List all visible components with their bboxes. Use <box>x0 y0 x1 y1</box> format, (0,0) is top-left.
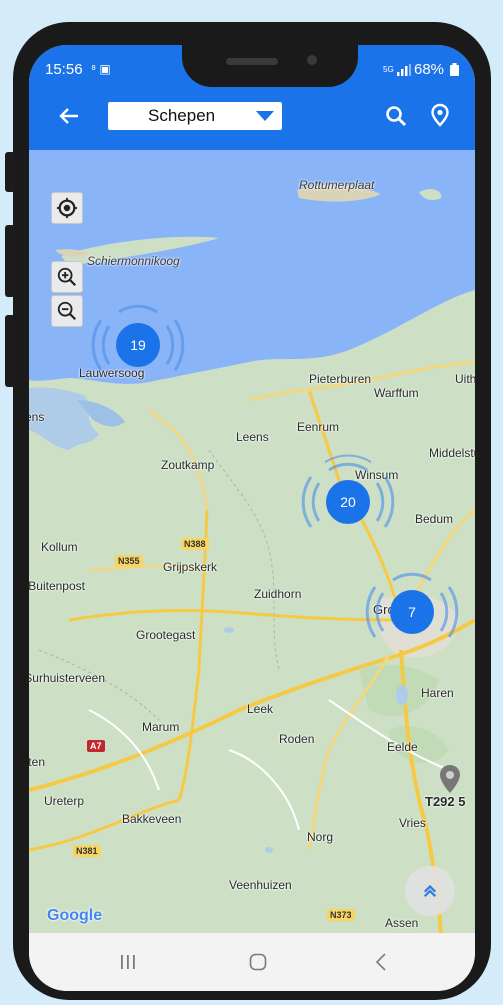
category-dropdown-value: Schepen <box>148 106 216 125</box>
back-nav-icon[interactable] <box>375 953 387 971</box>
zoom-in-icon <box>57 267 77 287</box>
map-label-vries: Vries <box>399 816 426 830</box>
recenter-button[interactable] <box>51 192 83 224</box>
vessel-cluster-lauwersoog[interactable]: 19 <box>116 323 160 367</box>
map-label-veenhuizen: Veenhuizen <box>229 878 292 892</box>
map-label-middelstum: Middelstum <box>429 446 475 460</box>
road-label-n373: N373 <box>327 909 355 921</box>
google-logo: Google <box>47 907 103 924</box>
road-label-n355: N355 <box>115 555 143 567</box>
map-label-zuidhorn: Zuidhorn <box>254 587 302 601</box>
notification-icons: ⁸ ▣ <box>91 62 111 76</box>
map-label-schiermonnikoog: Schiermonnikoog <box>87 254 180 268</box>
zoom-out-icon <box>57 301 77 321</box>
map-label-winsum: Winsum <box>355 468 399 482</box>
map-label-bakkeveen: Bakkeveen <box>122 812 182 826</box>
map-label-zoutkamp: Zoutkamp <box>161 458 215 472</box>
map-label-haren: Haren <box>421 686 454 700</box>
map-label-drachten: Drachten <box>29 755 45 769</box>
map-label-lauwersoog: Lauwersoog <box>79 366 145 380</box>
map-label-leens: Leens <box>236 430 269 444</box>
target-icon <box>56 197 78 219</box>
battery-percent: 68% <box>414 61 445 78</box>
double-chevron-up-icon <box>423 884 437 898</box>
status-time: 15:56 <box>45 61 83 78</box>
phone-screen: Rottumerplaat Schiermonnikoog Lauwersoog… <box>29 45 475 991</box>
map-label-grootegast: Grootegast <box>136 628 196 642</box>
map-pin-icon[interactable] <box>439 764 461 794</box>
location-pin-icon[interactable] <box>429 103 451 127</box>
zoom-in-button[interactable] <box>51 261 83 293</box>
map-label-buitenpost: Buitenpost <box>29 579 85 593</box>
battery-icon <box>450 63 459 76</box>
vessel-cluster-groningen[interactable]: 7 <box>390 590 434 634</box>
vessel-cluster-winsum[interactable]: 20 <box>326 480 370 524</box>
zoom-out-button[interactable] <box>51 295 83 327</box>
android-nav-bar <box>29 933 475 991</box>
map-label-leeuwarden-edge: Stiens <box>29 410 45 424</box>
map-label-marum: Marum <box>142 720 180 734</box>
map-label-uithuizen: Uithuizen <box>455 372 475 386</box>
map-view[interactable]: Rottumerplaat Schiermonnikoog Lauwersoog… <box>29 150 475 933</box>
map-label-grijpskerk: Grijpskerk <box>163 560 218 574</box>
map-pin-label: T292 5 <box>425 794 466 809</box>
network-type: 5G <box>383 65 394 74</box>
map-label-eenrum: Eenrum <box>297 420 340 434</box>
map-label-assen: Assen <box>385 916 419 930</box>
phone-notch <box>182 45 358 87</box>
category-dropdown[interactable]: Schepen <box>108 102 282 130</box>
map-label-rottumerplaat: Rottumerplaat <box>299 178 375 192</box>
phone-speaker <box>226 58 278 65</box>
scroll-up-button[interactable] <box>405 866 455 916</box>
dropdown-arrow-icon <box>256 111 274 121</box>
signal-icon <box>397 64 411 76</box>
map-label-warffum: Warffum <box>374 386 419 400</box>
map-label-leek: Leek <box>247 702 274 716</box>
search-icon[interactable] <box>384 104 408 128</box>
road-label-n388: N388 <box>181 538 209 550</box>
phone-camera <box>307 55 317 65</box>
recent-apps-icon[interactable] <box>120 954 136 970</box>
map-label-eelde: Eelde <box>387 740 418 754</box>
home-icon[interactable] <box>249 953 267 971</box>
map-label-roden: Roden <box>279 732 315 746</box>
map-label-bedum: Bedum <box>415 512 454 526</box>
map-label-norg: Norg <box>307 830 334 844</box>
road-label-a7: A7 <box>87 740 105 752</box>
back-arrow-icon[interactable] <box>57 104 81 128</box>
status-bar: 15:56 ⁸ ▣ 5G 68% <box>29 45 475 95</box>
map-label-kollum: Kollum <box>41 540 78 554</box>
map-label-surhuisterveen: Surhuisterveen <box>29 671 105 685</box>
map-label-pieterburen: Pieterburen <box>309 372 372 386</box>
road-label-n381: N381 <box>73 845 101 857</box>
map-label-ureterp: Ureterp <box>44 794 85 808</box>
